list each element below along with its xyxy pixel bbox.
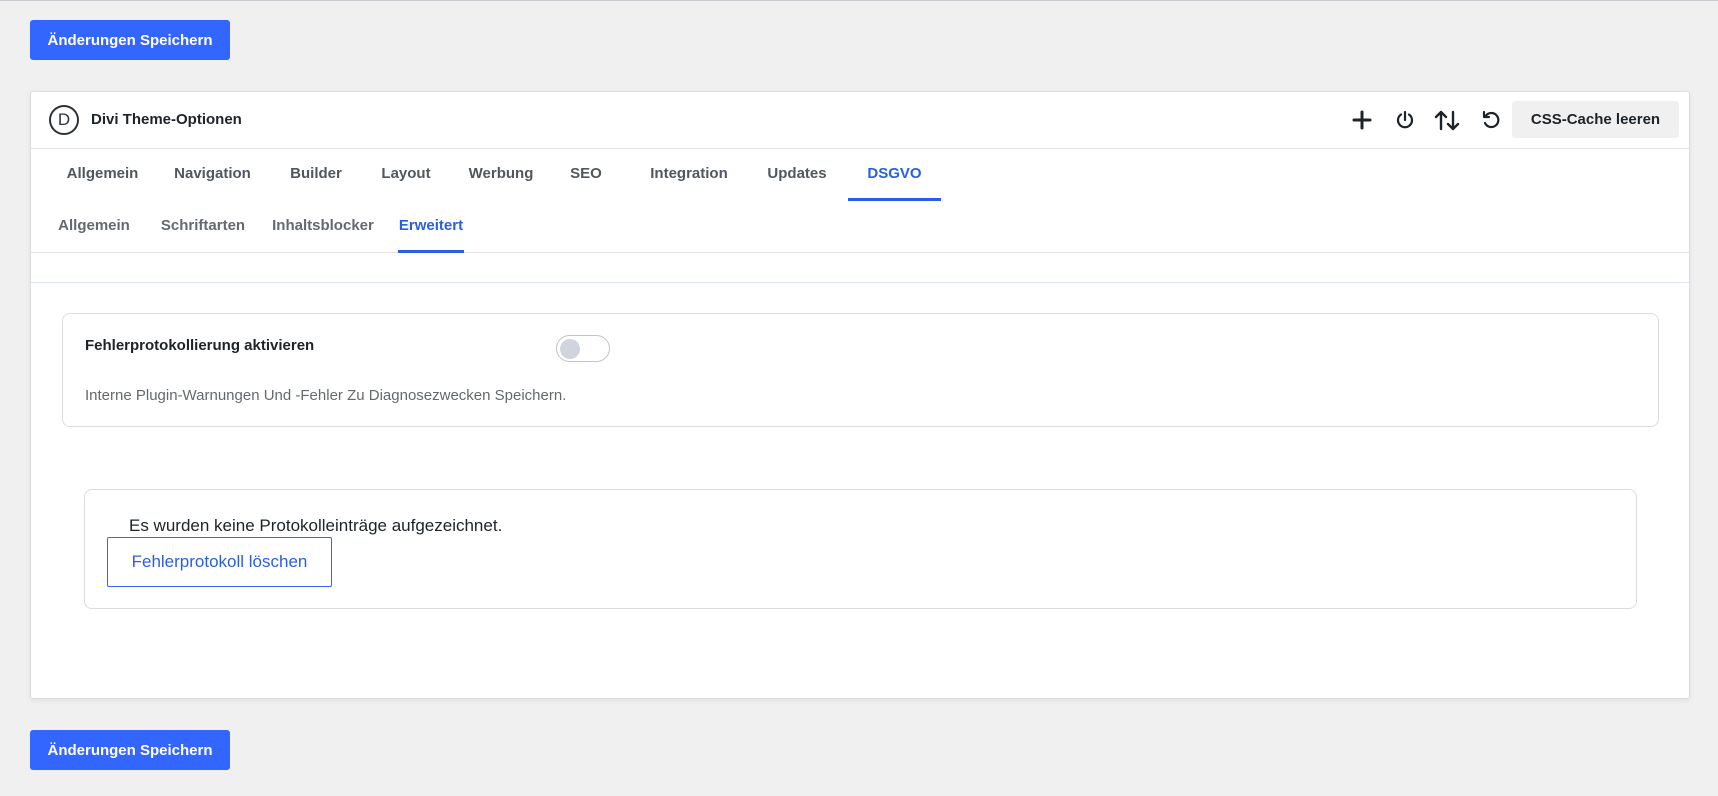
tab-seo[interactable]: SEO [561,149,611,201]
subtab-inhaltsblocker[interactable]: Inhaltsblocker [267,201,379,253]
log-empty-message: Es wurden keine Protokolleinträge aufgez… [129,516,503,535]
error-logging-setting-card: Fehlerprotokollierung aktivieren Interne… [62,313,1659,427]
error-log-card: Es wurden keine Protokolleinträge aufgez… [84,489,1637,609]
subtab-allgemein[interactable]: Allgemein [53,201,135,253]
tab-builder[interactable]: Builder [281,149,351,201]
tab-allgemein[interactable]: Allgemein [61,149,144,201]
top-divider [0,0,1718,1]
toggle-knob [560,339,580,359]
panel-title: Divi Theme-Optionen [91,111,242,128]
setting-description: Interne Plugin-Warnungen Und -Fehler Zu … [85,387,567,404]
theme-options-panel: D Divi Theme-Optionen CSS-Cache leeren A… [30,91,1690,699]
tab-dsgvo[interactable]: DSGVO [848,149,941,201]
tab-updates[interactable]: Updates [757,149,837,201]
clear-css-cache-button[interactable]: CSS-Cache leeren [1512,101,1679,138]
section-divider [31,253,1689,283]
power-icon[interactable] [1392,107,1418,133]
save-changes-button-top[interactable]: Änderungen Speichern [30,20,230,60]
tab-navigation[interactable]: Navigation [160,149,265,201]
tab-werbung[interactable]: Werbung [461,149,541,201]
subtab-schriftarten[interactable]: Schriftarten [153,201,253,253]
undo-icon[interactable] [1478,107,1504,133]
main-tabs: Allgemein Navigation Builder Layout Werb… [31,149,1689,201]
save-changes-button-bottom[interactable]: Änderungen Speichern [30,730,230,770]
clear-error-log-button[interactable]: Fehlerprotokoll löschen [107,537,332,587]
plus-icon[interactable] [1349,107,1375,133]
tab-integration[interactable]: Integration [639,149,739,201]
tab-layout[interactable]: Layout [371,149,441,201]
panel-header: D Divi Theme-Optionen CSS-Cache leeren [31,92,1689,149]
divi-logo-icon: D [49,105,79,135]
sort-arrows-icon[interactable] [1434,107,1460,133]
logo-letter: D [57,110,71,129]
error-logging-toggle[interactable] [556,335,610,362]
subtab-erweitert[interactable]: Erweitert [398,201,464,253]
sub-tabs: Allgemein Schriftarten Inhaltsblocker Er… [31,201,1689,253]
setting-label: Fehlerprotokollierung aktivieren [85,337,315,354]
